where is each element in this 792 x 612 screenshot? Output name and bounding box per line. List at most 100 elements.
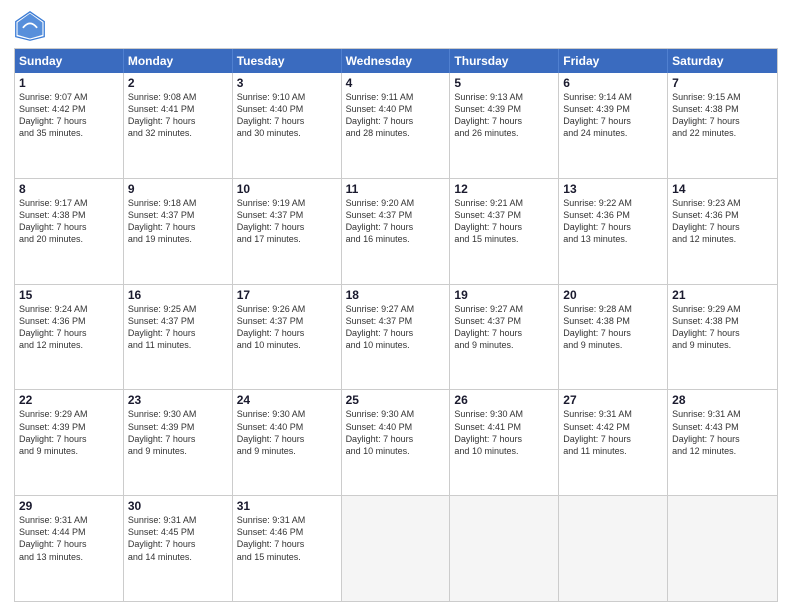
cell-info: Sunrise: 9:18 AMSunset: 4:37 PMDaylight:… — [128, 197, 228, 246]
page: SundayMondayTuesdayWednesdayThursdayFrid… — [0, 0, 792, 612]
cell-info: Sunrise: 9:07 AMSunset: 4:42 PMDaylight:… — [19, 91, 119, 140]
day-cell-11: 11Sunrise: 9:20 AMSunset: 4:37 PMDayligh… — [342, 179, 451, 284]
calendar-row-3: 15Sunrise: 9:24 AMSunset: 4:36 PMDayligh… — [15, 284, 777, 390]
day-number: 8 — [19, 182, 119, 196]
day-cell-18: 18Sunrise: 9:27 AMSunset: 4:37 PMDayligh… — [342, 285, 451, 390]
logo — [14, 10, 50, 42]
calendar-body: 1Sunrise: 9:07 AMSunset: 4:42 PMDaylight… — [15, 73, 777, 601]
cell-info: Sunrise: 9:11 AMSunset: 4:40 PMDaylight:… — [346, 91, 446, 140]
day-cell-16: 16Sunrise: 9:25 AMSunset: 4:37 PMDayligh… — [124, 285, 233, 390]
cell-info: Sunrise: 9:30 AMSunset: 4:39 PMDaylight:… — [128, 408, 228, 457]
day-number: 6 — [563, 76, 663, 90]
day-number: 26 — [454, 393, 554, 407]
weekday-header-wednesday: Wednesday — [342, 49, 451, 73]
day-cell-2: 2Sunrise: 9:08 AMSunset: 4:41 PMDaylight… — [124, 73, 233, 178]
day-cell-26: 26Sunrise: 9:30 AMSunset: 4:41 PMDayligh… — [450, 390, 559, 495]
cell-info: Sunrise: 9:23 AMSunset: 4:36 PMDaylight:… — [672, 197, 773, 246]
day-number: 18 — [346, 288, 446, 302]
day-number: 31 — [237, 499, 337, 513]
weekday-header-sunday: Sunday — [15, 49, 124, 73]
day-cell-25: 25Sunrise: 9:30 AMSunset: 4:40 PMDayligh… — [342, 390, 451, 495]
weekday-header-thursday: Thursday — [450, 49, 559, 73]
cell-info: Sunrise: 9:19 AMSunset: 4:37 PMDaylight:… — [237, 197, 337, 246]
day-number: 15 — [19, 288, 119, 302]
day-cell-6: 6Sunrise: 9:14 AMSunset: 4:39 PMDaylight… — [559, 73, 668, 178]
day-number: 17 — [237, 288, 337, 302]
cell-info: Sunrise: 9:21 AMSunset: 4:37 PMDaylight:… — [454, 197, 554, 246]
day-number: 25 — [346, 393, 446, 407]
day-cell-3: 3Sunrise: 9:10 AMSunset: 4:40 PMDaylight… — [233, 73, 342, 178]
day-cell-20: 20Sunrise: 9:28 AMSunset: 4:38 PMDayligh… — [559, 285, 668, 390]
day-number: 14 — [672, 182, 773, 196]
weekday-header-saturday: Saturday — [668, 49, 777, 73]
day-cell-9: 9Sunrise: 9:18 AMSunset: 4:37 PMDaylight… — [124, 179, 233, 284]
cell-info: Sunrise: 9:31 AMSunset: 4:43 PMDaylight:… — [672, 408, 773, 457]
cell-info: Sunrise: 9:14 AMSunset: 4:39 PMDaylight:… — [563, 91, 663, 140]
header — [14, 10, 778, 42]
day-number: 13 — [563, 182, 663, 196]
cell-info: Sunrise: 9:13 AMSunset: 4:39 PMDaylight:… — [454, 91, 554, 140]
calendar-row-5: 29Sunrise: 9:31 AMSunset: 4:44 PMDayligh… — [15, 495, 777, 601]
day-cell-24: 24Sunrise: 9:30 AMSunset: 4:40 PMDayligh… — [233, 390, 342, 495]
day-cell-19: 19Sunrise: 9:27 AMSunset: 4:37 PMDayligh… — [450, 285, 559, 390]
day-cell-23: 23Sunrise: 9:30 AMSunset: 4:39 PMDayligh… — [124, 390, 233, 495]
day-cell-empty-4-4 — [450, 496, 559, 601]
day-number: 9 — [128, 182, 228, 196]
cell-info: Sunrise: 9:27 AMSunset: 4:37 PMDaylight:… — [454, 303, 554, 352]
day-number: 5 — [454, 76, 554, 90]
cell-info: Sunrise: 9:29 AMSunset: 4:38 PMDaylight:… — [672, 303, 773, 352]
day-cell-21: 21Sunrise: 9:29 AMSunset: 4:38 PMDayligh… — [668, 285, 777, 390]
day-number: 10 — [237, 182, 337, 196]
cell-info: Sunrise: 9:15 AMSunset: 4:38 PMDaylight:… — [672, 91, 773, 140]
day-cell-17: 17Sunrise: 9:26 AMSunset: 4:37 PMDayligh… — [233, 285, 342, 390]
weekday-header-monday: Monday — [124, 49, 233, 73]
cell-info: Sunrise: 9:26 AMSunset: 4:37 PMDaylight:… — [237, 303, 337, 352]
day-cell-4: 4Sunrise: 9:11 AMSunset: 4:40 PMDaylight… — [342, 73, 451, 178]
day-number: 20 — [563, 288, 663, 302]
calendar-header: SundayMondayTuesdayWednesdayThursdayFrid… — [15, 49, 777, 73]
day-number: 19 — [454, 288, 554, 302]
day-cell-22: 22Sunrise: 9:29 AMSunset: 4:39 PMDayligh… — [15, 390, 124, 495]
day-cell-empty-4-3 — [342, 496, 451, 601]
cell-info: Sunrise: 9:31 AMSunset: 4:42 PMDaylight:… — [563, 408, 663, 457]
day-number: 12 — [454, 182, 554, 196]
cell-info: Sunrise: 9:17 AMSunset: 4:38 PMDaylight:… — [19, 197, 119, 246]
day-cell-29: 29Sunrise: 9:31 AMSunset: 4:44 PMDayligh… — [15, 496, 124, 601]
day-cell-28: 28Sunrise: 9:31 AMSunset: 4:43 PMDayligh… — [668, 390, 777, 495]
cell-info: Sunrise: 9:27 AMSunset: 4:37 PMDaylight:… — [346, 303, 446, 352]
day-number: 4 — [346, 76, 446, 90]
day-number: 28 — [672, 393, 773, 407]
day-cell-15: 15Sunrise: 9:24 AMSunset: 4:36 PMDayligh… — [15, 285, 124, 390]
cell-info: Sunrise: 9:29 AMSunset: 4:39 PMDaylight:… — [19, 408, 119, 457]
day-cell-8: 8Sunrise: 9:17 AMSunset: 4:38 PMDaylight… — [15, 179, 124, 284]
day-cell-12: 12Sunrise: 9:21 AMSunset: 4:37 PMDayligh… — [450, 179, 559, 284]
day-number: 24 — [237, 393, 337, 407]
cell-info: Sunrise: 9:20 AMSunset: 4:37 PMDaylight:… — [346, 197, 446, 246]
cell-info: Sunrise: 9:30 AMSunset: 4:40 PMDaylight:… — [237, 408, 337, 457]
calendar-row-4: 22Sunrise: 9:29 AMSunset: 4:39 PMDayligh… — [15, 389, 777, 495]
day-number: 22 — [19, 393, 119, 407]
cell-info: Sunrise: 9:30 AMSunset: 4:41 PMDaylight:… — [454, 408, 554, 457]
weekday-header-friday: Friday — [559, 49, 668, 73]
cell-info: Sunrise: 9:24 AMSunset: 4:36 PMDaylight:… — [19, 303, 119, 352]
day-number: 27 — [563, 393, 663, 407]
cell-info: Sunrise: 9:31 AMSunset: 4:45 PMDaylight:… — [128, 514, 228, 563]
cell-info: Sunrise: 9:25 AMSunset: 4:37 PMDaylight:… — [128, 303, 228, 352]
day-number: 23 — [128, 393, 228, 407]
day-number: 7 — [672, 76, 773, 90]
day-cell-27: 27Sunrise: 9:31 AMSunset: 4:42 PMDayligh… — [559, 390, 668, 495]
day-number: 1 — [19, 76, 119, 90]
day-cell-5: 5Sunrise: 9:13 AMSunset: 4:39 PMDaylight… — [450, 73, 559, 178]
day-cell-10: 10Sunrise: 9:19 AMSunset: 4:37 PMDayligh… — [233, 179, 342, 284]
day-number: 2 — [128, 76, 228, 90]
day-cell-13: 13Sunrise: 9:22 AMSunset: 4:36 PMDayligh… — [559, 179, 668, 284]
logo-icon — [14, 10, 46, 42]
weekday-header-tuesday: Tuesday — [233, 49, 342, 73]
cell-info: Sunrise: 9:31 AMSunset: 4:46 PMDaylight:… — [237, 514, 337, 563]
day-cell-1: 1Sunrise: 9:07 AMSunset: 4:42 PMDaylight… — [15, 73, 124, 178]
calendar: SundayMondayTuesdayWednesdayThursdayFrid… — [14, 48, 778, 602]
cell-info: Sunrise: 9:10 AMSunset: 4:40 PMDaylight:… — [237, 91, 337, 140]
day-cell-31: 31Sunrise: 9:31 AMSunset: 4:46 PMDayligh… — [233, 496, 342, 601]
day-number: 11 — [346, 182, 446, 196]
cell-info: Sunrise: 9:28 AMSunset: 4:38 PMDaylight:… — [563, 303, 663, 352]
